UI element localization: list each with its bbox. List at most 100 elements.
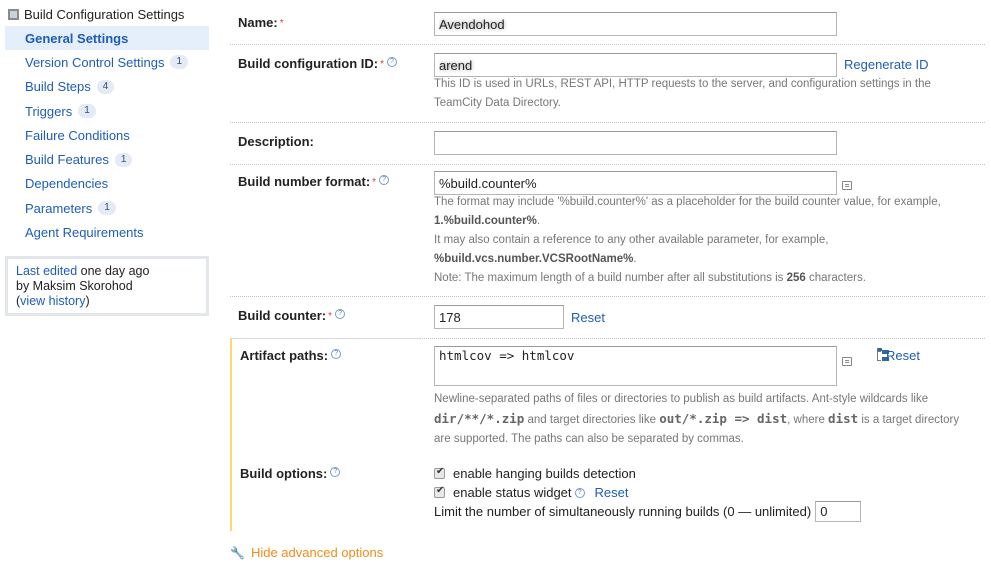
build-config-id-note: This ID is used in URLs, REST API, HTTP …: [434, 78, 931, 109]
build-config-id-row: Build configuration ID:*? Regenerate ID …: [230, 44, 985, 122]
build-options-label-text: Build options:: [240, 466, 328, 481]
note-text: is a target directory: [858, 414, 960, 426]
note-text: It may also contain a reference to any o…: [434, 234, 829, 246]
list-icon[interactable]: [842, 181, 852, 190]
sidebar-item-label[interactable]: Failure Conditions: [25, 128, 130, 143]
build-number-format-label-text: Build number format:: [238, 174, 371, 189]
status-widget-label[interactable]: enable status widget: [453, 485, 572, 500]
sidebar-item-triggers[interactable]: Triggers 1: [5, 99, 209, 123]
sidebar-item-label[interactable]: Dependencies: [25, 176, 108, 191]
count-badge: 1: [114, 152, 133, 167]
note-text: are supported. The paths can also be sep…: [434, 433, 744, 445]
note-text: Newline-separated paths of files or dire…: [434, 393, 929, 405]
build-number-format-input[interactable]: [434, 171, 837, 195]
help-icon[interactable]: ?: [574, 487, 585, 498]
description-row: Description:: [230, 122, 985, 164]
limit-builds-option: Limit the number of simultaneously runni…: [434, 501, 862, 522]
help-icon[interactable]: ?: [387, 57, 397, 67]
regenerate-id-link[interactable]: Regenerate ID: [844, 57, 929, 72]
collapse-icon[interactable]: [8, 8, 19, 20]
last-edited-by: by Maksim Skorohod: [16, 279, 133, 293]
name-label: Name: *: [238, 15, 284, 30]
required-marker: *: [328, 311, 333, 322]
note-line: Note: The maximum length of a build numb…: [434, 269, 979, 288]
note-text: , where: [787, 414, 829, 426]
status-widget-checkbox[interactable]: [434, 485, 445, 498]
hanging-builds-option[interactable]: enable hanging builds detection: [434, 464, 861, 483]
sidebar-header[interactable]: Build Configuration Settings: [8, 6, 184, 22]
build-options-row: Build options:? enable hanging builds de…: [230, 456, 985, 531]
count-badge: 1: [170, 55, 189, 70]
sidebar-item-general-settings[interactable]: General Settings: [5, 26, 209, 51]
note-text: characters.: [805, 272, 866, 284]
sidebar-item-label[interactable]: Triggers: [25, 104, 72, 119]
help-icon[interactable]: ?: [335, 309, 346, 319]
count-badge: 4: [96, 79, 115, 94]
last-edited-when: one day ago: [77, 264, 150, 278]
sidebar-item-version-control-settings[interactable]: Version Control Settings 1: [5, 50, 209, 74]
note-line: It may also contain a reference to any o…: [434, 231, 979, 250]
build-number-format-label: Build number format: *?: [238, 174, 390, 189]
build-counter-reset-link[interactable]: Reset: [571, 310, 605, 325]
artifact-paths-note: Newline-separated paths of files or dire…: [434, 390, 982, 449]
sidebar-item-label[interactable]: Agent Requirements: [25, 225, 144, 240]
note-code: dir/**/*.zip: [434, 411, 525, 426]
wrench-icon: 🔧: [230, 545, 245, 560]
required-marker: *: [372, 177, 377, 188]
name-row: Name: *: [230, 0, 985, 44]
hanging-builds-label[interactable]: enable hanging builds detection: [453, 466, 636, 481]
help-icon[interactable]: ?: [330, 467, 341, 477]
note-bold: 256: [786, 272, 806, 284]
artifact-paths-reset-link[interactable]: Reset: [886, 348, 920, 363]
build-counter-input[interactable]: [434, 305, 564, 329]
required-marker: *: [380, 59, 384, 70]
build-options-group: enable hanging builds detection enable s…: [434, 464, 862, 522]
artifact-paths-label: Artifact paths:?: [240, 348, 342, 363]
hide-advanced-options-link[interactable]: 🔧 Hide advanced options: [230, 545, 383, 560]
build-counter-row: Build counter:*? Reset: [230, 296, 985, 338]
note-line: dir/**/*.zip and target directories like…: [434, 409, 982, 430]
note-text: Note: The maximum length of a build numb…: [434, 272, 787, 284]
sidebar-item-build-steps[interactable]: Build Steps 4: [5, 75, 209, 99]
sidebar-item-dependencies[interactable]: Dependencies: [5, 172, 209, 196]
build-options-label: Build options:?: [240, 466, 341, 481]
hanging-builds-checkbox[interactable]: [434, 466, 445, 479]
name-input[interactable]: [434, 12, 837, 36]
sidebar-item-label[interactable]: Version Control Settings: [25, 55, 164, 70]
required-marker: *: [279, 18, 284, 29]
last-edited-link[interactable]: Last edited: [16, 264, 77, 278]
note-code: dist: [828, 411, 859, 426]
build-counter-label-text: Build counter:: [238, 308, 327, 323]
note-line: 1.%build.counter%.: [434, 215, 541, 227]
sidebar-item-label[interactable]: General Settings: [25, 31, 128, 46]
build-config-id-input[interactable]: [434, 53, 837, 77]
note-bold: 1.%build.counter%: [434, 215, 537, 227]
sidebar-item-agent-requirements[interactable]: Agent Requirements: [5, 220, 209, 244]
last-edited-box: Last edited one day ago by Maksim Skoroh…: [5, 256, 209, 316]
sidebar-item-label[interactable]: Parameters: [25, 201, 92, 216]
description-label: Description:: [238, 134, 314, 149]
build-config-id-label-text: Build configuration ID:: [238, 56, 379, 71]
count-badge: 1: [78, 104, 96, 119]
sidebar-item-parameters[interactable]: Parameters 1: [5, 196, 209, 220]
help-icon[interactable]: ?: [331, 349, 342, 359]
build-number-format-row: Build number format:*? The format may in…: [230, 164, 985, 296]
sidebar-nav: General Settings Version Control Setting…: [5, 26, 209, 245]
help-icon[interactable]: ?: [379, 175, 390, 185]
limit-builds-input[interactable]: [815, 501, 862, 522]
note-line: are supported. The paths can also be sep…: [434, 430, 982, 449]
list-icon[interactable]: [842, 357, 852, 366]
note-line: Newline-separated paths of files or dire…: [434, 390, 982, 409]
count-badge: 1: [98, 201, 116, 216]
sidebar-item-failure-conditions[interactable]: Failure Conditions: [5, 123, 209, 147]
note-code: out/*.zip => dist: [659, 411, 788, 426]
sidebar-item-label[interactable]: Build Features: [25, 152, 109, 167]
description-input[interactable]: [434, 131, 837, 155]
status-widget-option[interactable]: enable status widget? Reset: [434, 483, 861, 502]
sidebar-item-build-features[interactable]: Build Features 1: [5, 147, 209, 171]
hide-advanced-label: Hide advanced options: [250, 545, 384, 560]
status-widget-reset-link[interactable]: Reset: [595, 485, 629, 500]
artifact-paths-textarea[interactable]: [434, 346, 837, 386]
view-history-link[interactable]: view history: [20, 294, 85, 308]
sidebar-item-label[interactable]: Build Steps: [25, 79, 91, 94]
